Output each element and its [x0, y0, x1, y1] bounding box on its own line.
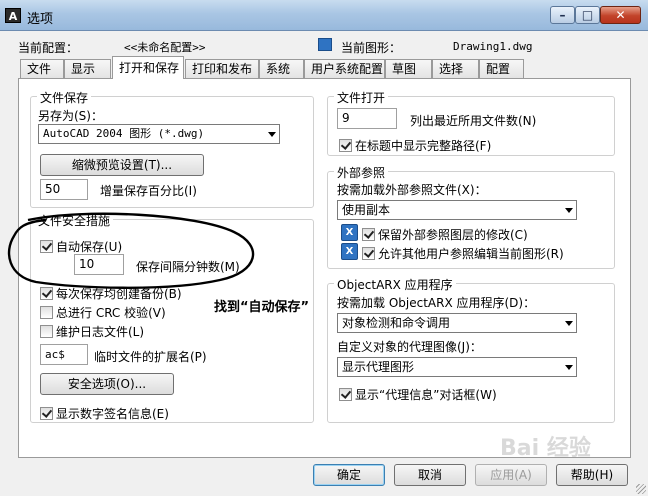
digital-signature-checkbox[interactable]: 显示数字签名信息(E) — [40, 405, 169, 422]
xref-demand-value: 使用副本 — [342, 203, 391, 217]
baidu-watermark: Bai 经验 — [500, 436, 591, 461]
temp-extension-label: 临时文件的扩展名(P) — [94, 350, 207, 364]
incremental-save-label: 增量保存百分比(I) — [100, 184, 197, 198]
digital-signature-label: 显示数字签名信息(E) — [56, 407, 169, 421]
recent-files-label: 列出最近所用文件数(N) — [410, 114, 537, 128]
thumbnail-preview-settings-button[interactable]: 缩微预览设置(T)... — [40, 154, 204, 176]
help-button[interactable]: 帮助(H) — [556, 464, 628, 486]
current-profile-label: 当前配置： — [18, 41, 79, 55]
proxy-image-dropdown[interactable]: 显示代理图形 — [337, 357, 577, 377]
retain-xref-changes-checkbox[interactable]: 保留外部参照图层的修改(C) — [362, 226, 528, 243]
annotation-text: 找到“自动保存” — [214, 300, 310, 315]
crc-check-checkbox[interactable]: 总进行 CRC 校验(V) — [40, 304, 166, 321]
annotation-ellipse — [7, 212, 255, 289]
autocad-app-icon: A — [5, 8, 21, 23]
checkbox-box — [40, 407, 53, 420]
checkbox-box — [362, 228, 375, 241]
window-title: 选项 — [27, 12, 54, 27]
current-drawing-value: Drawing1.dwg — [453, 40, 533, 53]
log-file-checkbox[interactable]: 维护日志文件(L) — [40, 323, 144, 340]
file-open-title: 文件打开 — [334, 89, 389, 106]
crc-check-label: 总进行 CRC 校验(V) — [56, 306, 166, 320]
proxy-image-label: 自定义对象的代理图像(J)： — [337, 340, 482, 354]
checkbox-box — [40, 325, 53, 338]
tab-display[interactable]: 显示 — [64, 59, 111, 78]
full-path-checkbox[interactable]: 在标题中显示完整路径(F) — [339, 137, 491, 154]
retain-xref-changes-label: 保留外部参照图层的修改(C) — [378, 228, 528, 242]
ok-button[interactable]: 确定 — [313, 464, 385, 486]
xref-demand-label: 按需加载外部参照文件(X)： — [337, 183, 487, 197]
incremental-save-input[interactable]: 50 — [40, 179, 88, 200]
allow-xref-edit-label: 允许其他用户参照编辑当前图形(R) — [378, 247, 564, 261]
objectarx-demand-label: 按需加载 ObjectARX 应用程序(D)： — [337, 296, 536, 310]
tab-open-save[interactable]: 打开和保存 — [112, 56, 184, 79]
checkbox-box — [40, 306, 53, 319]
proxy-image-value: 显示代理图形 — [342, 360, 415, 374]
tab-plot-publish[interactable]: 打印和发布 — [185, 59, 259, 78]
xref-setting-icon: X — [341, 243, 358, 260]
dropdown-arrow-icon — [565, 208, 573, 213]
checkbox-box — [339, 139, 352, 152]
proxy-info-dialog-label: 显示“代理信息”对话框(W) — [355, 388, 497, 402]
checkbox-box — [362, 247, 375, 260]
full-path-label: 在标题中显示完整路径(F) — [355, 139, 492, 153]
file-save-title: 文件保存 — [37, 89, 92, 106]
dropdown-arrow-icon — [565, 365, 573, 370]
apply-button[interactable]: 应用(A) — [475, 464, 547, 486]
tab-files[interactable]: 文件 — [20, 59, 64, 78]
current-profile-value: <<未命名配置>> — [124, 41, 206, 54]
minimize-button[interactable]: – — [550, 6, 575, 24]
security-options-button[interactable]: 安全选项(O)... — [40, 373, 174, 395]
recent-files-input[interactable]: 9 — [337, 108, 397, 129]
xref-demand-dropdown[interactable]: 使用副本 — [337, 200, 577, 220]
objectarx-demand-dropdown[interactable]: 对象检测和命令调用 — [337, 313, 577, 333]
save-as-dropdown[interactable]: AutoCAD 2004 图形 (*.dwg) — [38, 124, 280, 144]
xref-title: 外部参照 — [334, 164, 389, 181]
temp-extension-input[interactable]: ac$ — [40, 344, 88, 365]
objectarx-demand-value: 对象检测和命令调用 — [342, 316, 451, 330]
tab-selection[interactable]: 选择 — [432, 59, 479, 78]
objectarx-title: ObjectARX 应用程序 — [334, 276, 456, 293]
tab-profiles[interactable]: 配置 — [479, 59, 524, 78]
checkbox-box — [339, 388, 352, 401]
maximize-button[interactable]: □ — [575, 6, 600, 24]
drawing-icon — [318, 38, 332, 51]
close-button[interactable]: ✕ — [600, 6, 641, 24]
dropdown-arrow-icon — [565, 321, 573, 326]
allow-xref-edit-checkbox[interactable]: 允许其他用户参照编辑当前图形(R) — [362, 245, 564, 262]
title-bar: A 选项 – □ ✕ — [0, 0, 648, 31]
current-drawing-label: 当前图形： — [341, 41, 402, 55]
cancel-button[interactable]: 取消 — [394, 464, 466, 486]
resize-grip[interactable] — [636, 484, 646, 494]
tab-system[interactable]: 系统 — [259, 59, 304, 78]
dropdown-arrow-icon — [268, 132, 276, 137]
xref-setting-icon: X — [341, 224, 358, 241]
save-as-value: AutoCAD 2004 图形 (*.dwg) — [43, 127, 205, 140]
proxy-info-dialog-checkbox[interactable]: 显示“代理信息”对话框(W) — [339, 386, 497, 403]
save-as-label: 另存为(S)： — [38, 109, 103, 123]
log-file-label: 维护日志文件(L) — [56, 325, 145, 339]
tab-drafting[interactable]: 草图 — [385, 59, 432, 78]
tab-user-preferences[interactable]: 用户系统配置 — [304, 59, 385, 78]
